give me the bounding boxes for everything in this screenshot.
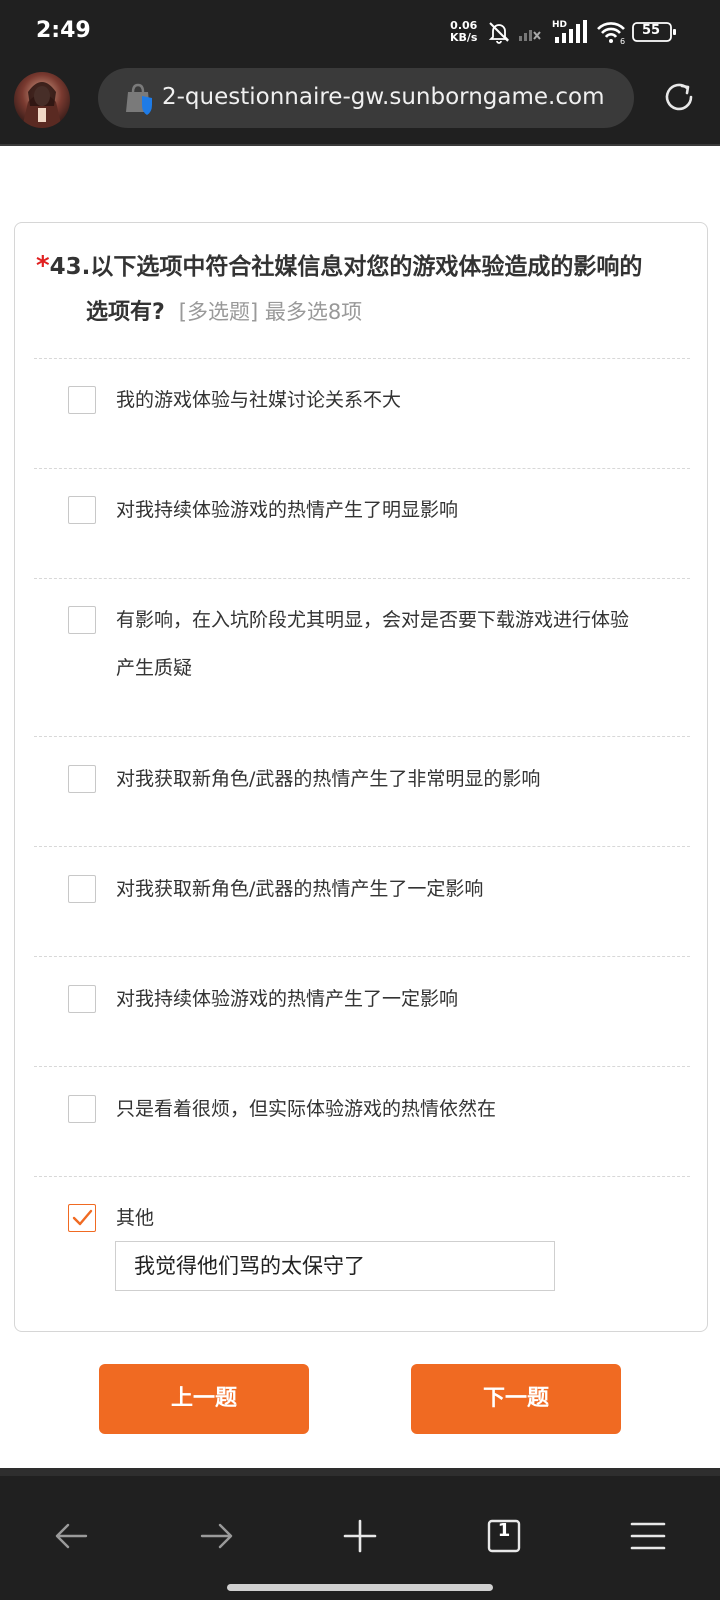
option-checkbox-4[interactable] xyxy=(68,765,96,793)
refresh-icon[interactable] xyxy=(660,78,698,116)
wifi-icon: 6 xyxy=(597,22,625,44)
tab-count: 1 xyxy=(497,1520,511,1541)
required-mark: * xyxy=(36,251,50,281)
option-label-3-line2: 产生质疑 xyxy=(116,657,193,679)
home-indicator[interactable] xyxy=(227,1584,493,1591)
option-divider xyxy=(34,846,690,847)
clock: 2:49 xyxy=(36,18,91,43)
address-bar[interactable]: 2-questionnaire-gw.sunborngame.com xyxy=(98,68,634,128)
new-tab-plus-icon[interactable] xyxy=(340,1516,380,1556)
checkmark-icon xyxy=(72,1209,93,1226)
next-question-button[interactable]: 下一题 xyxy=(411,1364,621,1434)
site-security-icon xyxy=(126,83,152,115)
option-label-other[interactable]: 其他 xyxy=(116,1194,686,1242)
signal-hd-icon: HD xyxy=(552,20,587,43)
option-checkbox-6[interactable] xyxy=(68,985,96,1013)
option-checkbox-other[interactable] xyxy=(68,1204,96,1232)
option-checkbox-2[interactable] xyxy=(68,496,96,524)
option-checkbox-3[interactable] xyxy=(68,606,96,634)
option-label-5[interactable]: 对我获取新角色/武器的热情产生了一定影响 xyxy=(116,865,686,913)
option-label-1[interactable]: 我的游戏体验与社媒讨论关系不大 xyxy=(116,376,686,424)
option-label-6[interactable]: 对我持续体验游戏的热情产生了一定影响 xyxy=(116,975,686,1023)
bell-muted-icon xyxy=(488,22,510,44)
battery-level: 55 xyxy=(641,23,661,38)
network-speed: 0.06 KB/s xyxy=(450,20,477,44)
question-title: *43.以下选项中符合社媒信息对您的游戏体验造成的影响的 xyxy=(36,250,676,283)
option-label-2[interactable]: 对我持续体验游戏的热情产生了明显影响 xyxy=(116,486,686,534)
option-label-3-line1: 有影响，在入坑阶段尤其明显，会对是否要下载游戏进行体验 xyxy=(116,609,630,631)
hd-label: HD xyxy=(552,20,567,30)
question-title-cont: 选项有? [多选题] 最多选8项 xyxy=(86,294,362,326)
option-divider xyxy=(34,1066,690,1067)
option-divider xyxy=(34,468,690,469)
url-text: 2-questionnaire-gw.sunborngame.com xyxy=(162,84,605,110)
option-divider xyxy=(34,736,690,737)
question-title-line2: 选项有? xyxy=(86,300,165,325)
question-hint: [多选题] 最多选8项 xyxy=(178,300,363,324)
option-checkbox-5[interactable] xyxy=(68,875,96,903)
option-checkbox-7[interactable] xyxy=(68,1095,96,1123)
option-checkbox-1[interactable] xyxy=(68,386,96,414)
wifi-sub: 6 xyxy=(620,37,625,44)
option-label-3[interactable]: 有影响，在入坑阶段尤其明显，会对是否要下载游戏进行体验 产生质疑 xyxy=(116,596,686,692)
option-label-4[interactable]: 对我获取新角色/武器的热情产生了非常明显的影响 xyxy=(116,755,686,803)
browser-bottom-nav xyxy=(0,1468,720,1600)
avatar-image xyxy=(22,82,62,128)
signal-weak-icon xyxy=(519,30,541,41)
browser-toolbar: 2-questionnaire-gw.sunborngame.com xyxy=(0,64,720,146)
status-bar: 2:49 0.06 KB/s HD 6 55 xyxy=(0,0,720,64)
profile-avatar[interactable] xyxy=(14,72,70,128)
menu-icon[interactable] xyxy=(628,1516,668,1556)
option-divider xyxy=(34,578,690,579)
question-title-line1: 43.以下选项中符合社媒信息对您的游戏体验造成的影响的 xyxy=(49,254,643,280)
network-speed-unit: KB/s xyxy=(450,31,478,44)
option-divider xyxy=(34,956,690,957)
forward-arrow-icon[interactable] xyxy=(196,1516,236,1556)
other-text-input[interactable]: 我觉得他们骂的太保守了 xyxy=(115,1241,555,1291)
option-label-7[interactable]: 只是看着很烦，但实际体验游戏的热情依然在 xyxy=(116,1085,686,1133)
option-divider xyxy=(34,358,690,359)
prev-question-button[interactable]: 上一题 xyxy=(99,1364,309,1434)
back-arrow-icon[interactable] xyxy=(52,1516,92,1556)
option-divider xyxy=(34,1176,690,1177)
